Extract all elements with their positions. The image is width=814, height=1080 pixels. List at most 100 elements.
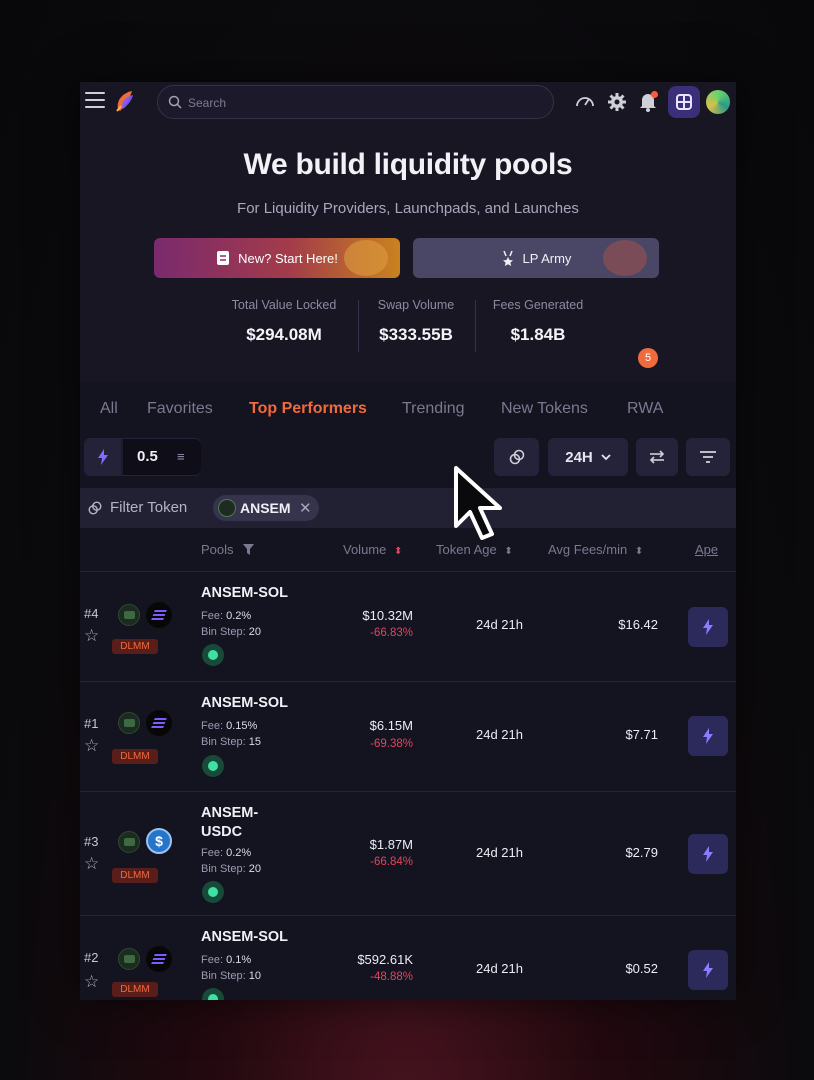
timeframe-value: 24H bbox=[565, 448, 593, 466]
ape-button[interactable] bbox=[688, 607, 728, 647]
search-input[interactable] bbox=[188, 93, 528, 113]
table-header: Pools Volume ⬍ Token Age ⬍ Avg Fees/min … bbox=[80, 528, 736, 572]
close-icon[interactable]: ✕ bbox=[299, 499, 312, 517]
stat-fees: Fees Generated $1.84B bbox=[485, 298, 591, 345]
sort-icon: ⬍ bbox=[504, 546, 513, 557]
header-pools-label: Pools bbox=[201, 542, 234, 557]
sol-token-icon bbox=[146, 710, 172, 736]
stat-tvl: Total Value Locked $294.08M bbox=[222, 298, 346, 345]
tab-rwa[interactable]: RWA bbox=[627, 400, 663, 418]
sol-token-icon bbox=[146, 602, 172, 628]
pools-panel: All Favorites Top Performers Trending Ne… bbox=[80, 382, 736, 1000]
tab-all[interactable]: All bbox=[100, 400, 118, 418]
rank: #3 bbox=[84, 834, 99, 849]
ansem-token-icon bbox=[118, 948, 140, 970]
ansem-token-icon bbox=[118, 712, 140, 734]
search-icon bbox=[168, 95, 182, 109]
sort-icon: ⬍ bbox=[634, 546, 644, 557]
table-row[interactable]: #1 ☆ DLMM ANSEM-SOL Fee: 0.15% Bin Step:… bbox=[80, 682, 736, 792]
stat-value: $1.84B bbox=[510, 325, 566, 344]
header-volume[interactable]: Volume ⬍ bbox=[343, 542, 402, 557]
ape-amount-field[interactable]: 0.5 ≡ bbox=[123, 439, 201, 475]
ape-button[interactable] bbox=[688, 716, 728, 756]
pool-name[interactable]: ANSEM-SOL bbox=[201, 928, 288, 947]
ape-button[interactable] bbox=[688, 950, 728, 990]
app-grid-button[interactable] bbox=[668, 86, 700, 118]
menu-icon[interactable] bbox=[85, 92, 105, 108]
star-icon[interactable]: ☆ bbox=[84, 972, 99, 992]
pool-bin-step: Bin Step: 10 bbox=[201, 970, 261, 982]
lp-army-button[interactable]: LP Army bbox=[413, 238, 659, 278]
table-row[interactable]: #4 ☆ DLMM ANSEM-SOL Fee: 0.2% Bin Step: … bbox=[80, 572, 736, 682]
search-bar[interactable] bbox=[157, 85, 554, 119]
filter-token-bar: Filter Token ANSEM ✕ bbox=[80, 488, 736, 528]
ansem-token-icon bbox=[218, 499, 236, 517]
table-row[interactable]: #3 ☆ $ DLMM ANSEM- USDC Fee: 0.2% Bin Ste… bbox=[80, 792, 736, 916]
tab-top-performers[interactable]: Top Performers bbox=[249, 400, 367, 418]
app-grid-icon bbox=[676, 94, 692, 110]
header-ape[interactable]: Ape bbox=[695, 542, 718, 557]
pool-fee: Fee: 0.15% bbox=[201, 720, 258, 732]
filter-button[interactable] bbox=[686, 438, 730, 476]
chevron-down-icon bbox=[601, 454, 611, 461]
pool-name[interactable]: ANSEM-SOL bbox=[201, 694, 288, 713]
bolt-icon bbox=[703, 728, 713, 744]
header-avg-fees[interactable]: Avg Fees/min ⬍ bbox=[548, 542, 643, 557]
pool-name[interactable]: ANSEM-SOL bbox=[201, 584, 288, 603]
stat-label: Total Value Locked bbox=[231, 298, 337, 312]
filter-icon bbox=[700, 451, 716, 463]
swap-sort-button[interactable] bbox=[636, 438, 678, 476]
pool-bin-step: Bin Step: 15 bbox=[201, 736, 261, 748]
notification-dot bbox=[651, 91, 658, 98]
lp-army-label: LP Army bbox=[522, 250, 572, 266]
notifications[interactable] bbox=[637, 91, 659, 113]
token-chip-label: ANSEM bbox=[240, 500, 291, 516]
swap-icon bbox=[649, 450, 665, 464]
filter-token-label: Filter Token bbox=[110, 499, 188, 516]
token-chip-ansem[interactable]: ANSEM ✕ bbox=[213, 495, 319, 521]
dlmm-badge: DLMM bbox=[112, 639, 158, 654]
header-volume-label: Volume bbox=[343, 542, 387, 557]
divider bbox=[475, 300, 476, 352]
filter-count-badge: 5 bbox=[638, 348, 658, 368]
avg-fees: $7.71 bbox=[625, 727, 658, 742]
tab-trending[interactable]: Trending bbox=[402, 400, 465, 418]
pool-fee: Fee: 0.2% bbox=[201, 847, 252, 859]
link-icon bbox=[509, 449, 524, 465]
token-age: 24d 21h bbox=[476, 845, 523, 860]
quick-ape-amount[interactable]: 0.5 ≡ bbox=[84, 438, 201, 476]
speedometer-icon[interactable] bbox=[574, 91, 596, 113]
header-token-age-label: Token Age bbox=[436, 542, 497, 557]
gear-icon[interactable] bbox=[606, 91, 628, 113]
stats-bar: Total Value Locked $294.08M Swap Volume … bbox=[80, 298, 736, 358]
header-pools[interactable]: Pools bbox=[201, 542, 255, 557]
ape-button[interactable] bbox=[688, 834, 728, 874]
avg-fees: $16.42 bbox=[618, 617, 658, 632]
sol-token-icon bbox=[146, 946, 172, 972]
globe-icon[interactable] bbox=[706, 90, 730, 114]
star-icon[interactable]: ☆ bbox=[84, 626, 99, 646]
token-age: 24d 21h bbox=[476, 961, 523, 976]
dlmm-badge: DLMM bbox=[112, 868, 158, 883]
pool-bin-step: Bin Step: 20 bbox=[201, 626, 261, 638]
pool-fee: Fee: 0.1% bbox=[201, 954, 252, 966]
tab-favorites[interactable]: Favorites bbox=[147, 400, 213, 418]
tab-new-tokens[interactable]: New Tokens bbox=[501, 400, 588, 418]
bolt-icon bbox=[703, 619, 713, 635]
rank: #4 bbox=[84, 606, 99, 621]
ape-amount-value: 0.5 bbox=[137, 448, 158, 465]
header-token-age[interactable]: Token Age ⬍ bbox=[436, 542, 513, 557]
star-icon[interactable]: ☆ bbox=[84, 736, 99, 756]
app-window: We build liquidity pools For Liquidity P… bbox=[80, 82, 736, 1000]
pool-fee: Fee: 0.2% bbox=[201, 610, 252, 622]
start-here-button[interactable]: New? Start Here! bbox=[154, 238, 400, 278]
logo-icon[interactable] bbox=[114, 89, 136, 113]
timeframe-select[interactable]: 24H bbox=[548, 438, 628, 476]
header-avg-fees-label: Avg Fees/min bbox=[548, 542, 628, 557]
table-row[interactable]: #2 ☆ DLMM ANSEM-SOL Fee: 0.1% Bin Step: … bbox=[80, 916, 736, 1000]
pool-status-icon bbox=[202, 644, 224, 666]
bolt-icon bbox=[85, 439, 121, 475]
pool-volume: $592.61K bbox=[357, 952, 413, 967]
star-icon[interactable]: ☆ bbox=[84, 854, 99, 874]
pool-name[interactable]: ANSEM- USDC bbox=[201, 804, 258, 842]
